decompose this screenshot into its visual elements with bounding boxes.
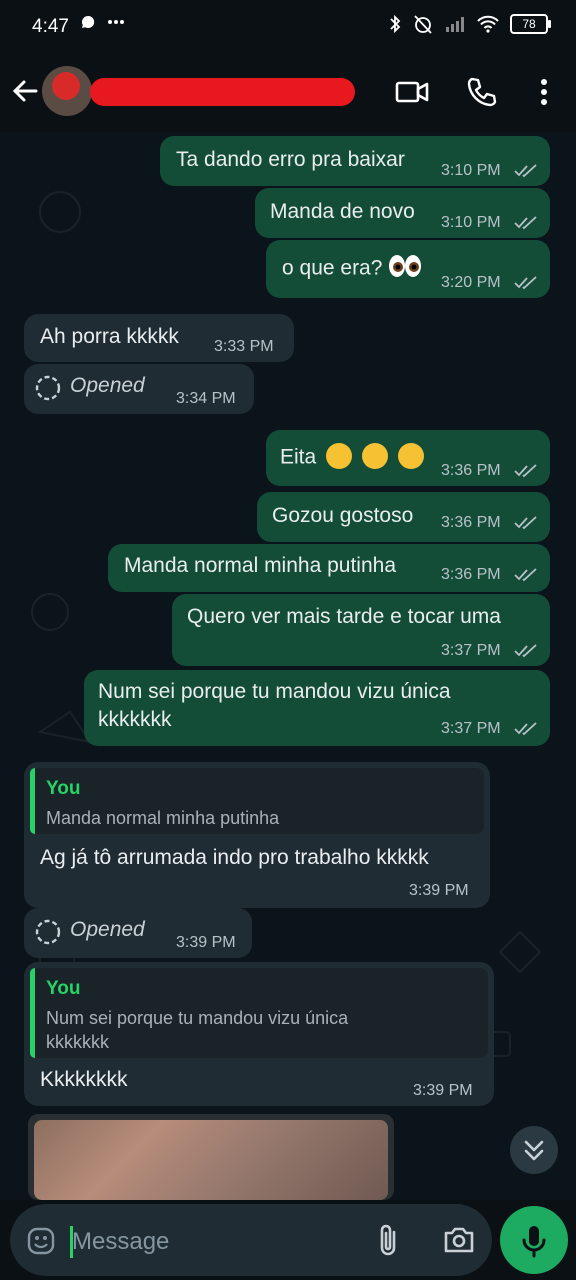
message-time: 3:37 PM [441,720,501,737]
double-chevron-down-icon [524,1140,544,1161]
drooling-face-emoji-icon [361,443,388,469]
read-receipt-icon [514,516,537,530]
mic-button[interactable] [500,1206,568,1274]
message-text: Manda normal minha putinha [124,554,396,577]
message-text: Ta dando erro pra baixar [176,148,405,171]
quote-text-line2: kkkkkkk [46,1032,109,1052]
reply-message-bubble-incoming[interactable]: You Manda normal minha putinha Ag já tô … [24,762,490,908]
quote-text: Manda normal minha putinha [46,808,280,828]
emoji-icon[interactable] [26,1226,56,1256]
message-bubble-outgoing[interactable]: Quero ver mais tarde e tocar uma 3:37 PM [172,594,550,666]
camera-icon[interactable] [442,1224,476,1256]
message-time: 3:36 PM [441,514,501,531]
message-bubble-incoming[interactable]: Ah porra kkkkk 3:33 PM [24,314,294,362]
quote-author: You [46,978,81,999]
read-receipt-icon [514,568,537,582]
read-receipt-icon [514,722,537,736]
attach-icon[interactable] [374,1222,404,1258]
message-input[interactable]: Message [72,1228,169,1256]
reply-message-bubble-incoming[interactable]: You Num sei porque tu mandou vizu única … [24,962,494,1106]
battery-indicator: 78 [510,14,551,34]
message-bubble-outgoing[interactable]: Manda de novo 3:10 PM [255,188,550,238]
message-time: 3:37 PM [441,642,501,659]
message-text: Kkkkkkkk [40,1068,128,1091]
quote-author: You [46,778,81,799]
chat-bubble-icon [81,15,95,28]
message-text: Manda de novo [270,200,415,223]
message-text: Eita [280,443,424,471]
message-bubble-outgoing[interactable]: Manda normal minha putinha 3:36 PM [108,544,550,592]
wifi-icon [477,15,499,33]
message-text: Gozou gostoso [272,504,414,527]
contact-name-redacted[interactable] [90,78,355,106]
opened-label: Opened [70,374,145,397]
drooling-face-emoji-icon [397,443,424,469]
quoted-message[interactable]: You Num sei porque tu mandou vizu única … [30,968,488,1058]
message-input-container[interactable]: Message [10,1204,492,1276]
view-once-opened-bubble[interactable]: Opened 3:34 PM [24,364,254,414]
video-call-icon[interactable] [394,74,430,110]
image-message[interactable] [28,1114,394,1200]
more-horiz-icon [108,20,124,24]
message-text: Ah porra kkkkk [40,325,179,348]
message-time: 3:39 PM [409,882,469,899]
message-bubble-outgoing[interactable]: Num sei porque tu mandou vizu única kkkk… [84,670,550,746]
message-bubble-outgoing[interactable]: Eita 3:36 PM [266,430,550,486]
message-text-line1: Num sei porque tu mandou vizu única [98,680,451,703]
message-time: 3:36 PM [441,566,501,583]
bluetooth-icon [390,14,401,34]
image-thumbnail[interactable] [34,1120,388,1200]
signal-icon [446,17,464,32]
scroll-to-bottom-button[interactable] [510,1126,558,1174]
quote-text-line1: Num sei porque tu mandou vizu única [46,1008,349,1028]
alarm-off-icon [414,15,432,34]
message-time: 3:36 PM [441,462,501,479]
message-text: Quero ver mais tarde e tocar uma [187,605,501,628]
read-receipt-icon [514,216,537,230]
message-time: 3:10 PM [441,214,501,231]
back-arrow-icon[interactable] [10,76,40,106]
status-time: 4:47 [32,16,69,37]
message-time: 3:39 PM [176,934,236,951]
eyes-emoji-icon [389,255,422,277]
message-input-bar: Message [0,1200,576,1280]
chat-header [0,56,576,132]
message-time: 3:10 PM [441,162,501,179]
view-once-icon [35,919,61,945]
message-text: o que era? [282,255,422,282]
message-bubble-outgoing[interactable]: Gozou gostoso 3:36 PM [257,492,550,542]
message-time: 3:20 PM [441,274,501,291]
more-vert-icon[interactable] [526,74,562,110]
message-time: 3:33 PM [214,338,274,355]
quoted-message[interactable]: You Manda normal minha putinha [30,768,484,834]
message-text: Ag já tô arrumada indo pro trabalho kkkk… [40,846,429,869]
message-text-line2: kkkkkkk [98,708,172,731]
mic-icon [522,1226,546,1258]
view-once-opened-bubble[interactable]: Opened 3:39 PM [24,908,252,958]
message-time: 3:34 PM [176,390,236,407]
read-receipt-icon [514,164,537,178]
chat-area[interactable]: Ta dando erro pra baixar 3:10 PM Manda d… [0,132,576,1200]
read-receipt-icon [514,644,537,658]
read-receipt-icon [514,464,537,478]
voice-call-icon[interactable] [464,74,500,110]
avatar[interactable] [42,66,92,116]
message-bubble-outgoing[interactable]: Ta dando erro pra baixar 3:10 PM [160,136,550,186]
message-time: 3:39 PM [413,1082,473,1099]
drooling-face-emoji-icon [326,443,353,469]
view-once-icon [35,375,61,401]
message-bubble-outgoing[interactable]: o que era? 3:20 PM [266,240,550,298]
read-receipt-icon [514,276,537,290]
status-bar: 4:47 78 [0,0,576,56]
opened-label: Opened [70,918,145,941]
